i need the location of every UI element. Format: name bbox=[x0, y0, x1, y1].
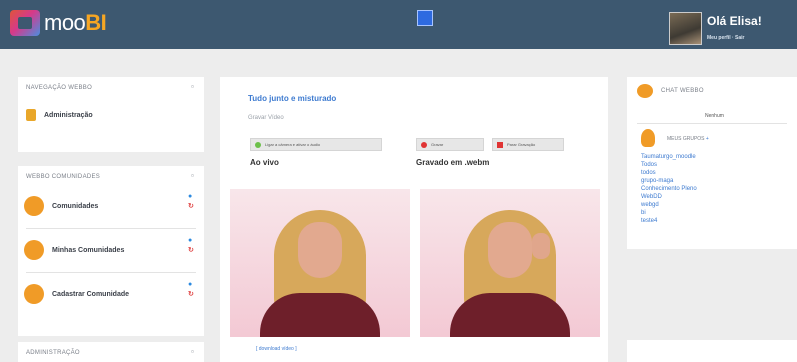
divider bbox=[26, 272, 196, 273]
download-link[interactable]: [ download vídeo ] bbox=[256, 346, 297, 352]
user-greeting: Olá Elisa! bbox=[707, 14, 762, 28]
toggle-camera-label: Ligar a câmera e ativar o áudio bbox=[265, 142, 321, 147]
communities-panel-title: WEBBO COMUNIDADES bbox=[26, 174, 101, 180]
nav-item-label: Minhas Comunidades bbox=[52, 246, 125, 254]
group-item[interactable]: todos bbox=[641, 169, 697, 177]
group-item[interactable]: Todos bbox=[641, 161, 697, 169]
live-video bbox=[230, 189, 410, 337]
chat-icon bbox=[637, 84, 653, 98]
divider bbox=[637, 123, 787, 124]
add-group-icon[interactable]: + bbox=[706, 136, 709, 142]
nav-item-administracao[interactable]: Administração bbox=[26, 109, 93, 121]
info-icon[interactable]: ● bbox=[188, 281, 194, 288]
group-item[interactable]: bi bbox=[641, 209, 697, 217]
nav-item-label: Cadastrar Comunidade bbox=[52, 290, 130, 298]
power-icon bbox=[255, 141, 261, 148]
info-icon[interactable]: ● bbox=[188, 193, 194, 200]
nav-item-label: Administração bbox=[44, 111, 93, 119]
page-title[interactable]: Tudo junto e misturado bbox=[248, 94, 336, 103]
logo-text: mooBI bbox=[44, 10, 107, 35]
group-item[interactable]: Conhecimento Pleno bbox=[641, 185, 697, 193]
alert-icon[interactable]: ↻ bbox=[188, 246, 194, 254]
record-label: Gravar bbox=[431, 142, 444, 147]
top-bar: mooBI Olá Elisa! Meu perfil · Sair bbox=[0, 0, 797, 49]
groups-icon bbox=[641, 129, 655, 147]
admin-panel-title: ADMINISTRAÇÃO bbox=[26, 350, 80, 356]
collapse-icon[interactable]: ▫ bbox=[191, 171, 194, 180]
admin-panel: ADMINISTRAÇÃO ▫ bbox=[18, 342, 204, 362]
user-avatar[interactable] bbox=[669, 12, 702, 45]
group-item[interactable]: grupo-maga bbox=[641, 177, 697, 185]
flag-icon[interactable] bbox=[417, 10, 433, 26]
divider bbox=[26, 228, 196, 229]
collapse-icon[interactable]: ▫ bbox=[191, 347, 194, 356]
logo-icon bbox=[10, 10, 40, 36]
secondary-panel bbox=[627, 340, 797, 362]
collapse-icon[interactable]: ▫ bbox=[191, 82, 194, 91]
recorded-video[interactable] bbox=[420, 189, 600, 337]
record-button[interactable]: Gravar bbox=[416, 138, 484, 151]
add-community-icon bbox=[24, 284, 44, 304]
item-badges: ● ↻ bbox=[188, 281, 194, 298]
group-item[interactable]: Taumaturgo_moodle bbox=[641, 153, 697, 161]
groups-list: Taumaturgo_moodle Todos todos grupo-maga… bbox=[641, 153, 697, 225]
nav-item-comunidades[interactable]: Comunidades bbox=[24, 196, 98, 216]
nav-panel: NAVEGAÇÃO WEBBO ▫ Administração bbox=[18, 77, 204, 152]
community-icon bbox=[24, 196, 44, 216]
alert-icon[interactable]: ↻ bbox=[188, 290, 194, 298]
item-badges: ● ↻ bbox=[188, 193, 194, 210]
nav-item-cadastrar-comunidade[interactable]: Cadastrar Comunidade bbox=[24, 284, 129, 304]
user-links[interactable]: Meu perfil · Sair bbox=[707, 35, 745, 41]
chat-none-label: Nenhum bbox=[705, 113, 724, 119]
stop-button[interactable]: Parar Gravação bbox=[492, 138, 564, 151]
group-item[interactable]: WebDD bbox=[641, 193, 697, 201]
communities-panel: WEBBO COMUNIDADES ▫ Comunidades ● ↻ Minha… bbox=[18, 166, 204, 336]
recorded-label: Gravado em .webm bbox=[416, 158, 490, 167]
toggle-camera-button[interactable]: Ligar a câmera e ativar o áudio bbox=[250, 138, 382, 151]
my-communities-icon bbox=[24, 240, 44, 260]
nav-panel-title: NAVEGAÇÃO WEBBO bbox=[26, 85, 93, 91]
alert-icon[interactable]: ↻ bbox=[188, 202, 194, 210]
groups-header[interactable]: MEUS GRUPOS + bbox=[667, 136, 709, 142]
page-subtitle: Gravar Vídeo bbox=[248, 115, 284, 121]
group-item[interactable]: webgd bbox=[641, 201, 697, 209]
moobi-logo[interactable]: mooBI bbox=[10, 10, 107, 36]
stop-icon bbox=[497, 141, 503, 148]
chat-panel-title: CHAT WEBBO bbox=[661, 88, 704, 94]
admin-icon bbox=[26, 109, 36, 121]
main-panel: Tudo junto e misturado Gravar Vídeo Liga… bbox=[220, 77, 608, 362]
nav-item-label: Comunidades bbox=[52, 202, 99, 210]
item-badges: ● ↻ bbox=[188, 237, 194, 254]
nav-item-minhas-comunidades[interactable]: Minhas Comunidades bbox=[24, 240, 124, 260]
stop-label: Parar Gravação bbox=[507, 142, 536, 147]
info-icon[interactable]: ● bbox=[188, 237, 194, 244]
group-item[interactable]: teste4 bbox=[641, 217, 697, 225]
record-icon bbox=[421, 141, 427, 148]
live-label: Ao vivo bbox=[250, 158, 279, 167]
